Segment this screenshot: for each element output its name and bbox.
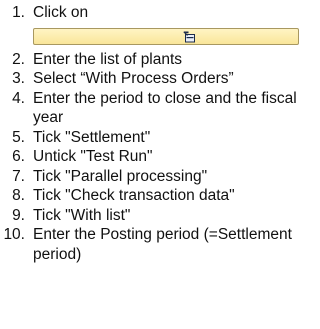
step-number: 8. bbox=[12, 187, 25, 204]
step-text: Untick "Test Run" bbox=[33, 148, 153, 165]
execute-button-row bbox=[0, 23, 305, 50]
step-3: 3. Select “With Process Orders” bbox=[0, 69, 305, 89]
step-number: 7. bbox=[12, 167, 25, 185]
step-text: Enter the period to close and the fiscal… bbox=[33, 89, 297, 127]
step-text: Tick "With list" bbox=[33, 206, 131, 224]
step-number: 6. bbox=[12, 148, 25, 165]
step-2: 2. Enter the list of plants bbox=[0, 50, 305, 70]
step-text: Enter the list of plants bbox=[33, 50, 183, 68]
steps-list: 1. Click on 2. Enter the list of plants … bbox=[0, 3, 305, 264]
step-number: 4. bbox=[12, 89, 25, 107]
step-number: 5. bbox=[12, 128, 25, 146]
step-10: 10. Enter the Posting period (=Settlemen… bbox=[0, 225, 305, 264]
step-8: 8. Tick "Check transaction data" bbox=[0, 186, 305, 206]
step-5: 5. Tick "Settlement" bbox=[0, 128, 305, 148]
step-text: Tick "Parallel processing" bbox=[33, 167, 208, 185]
step-7: 7. Tick "Parallel processing" bbox=[0, 167, 305, 187]
execute-button[interactable] bbox=[33, 27, 299, 45]
step-text: Click on bbox=[33, 4, 89, 21]
step-9: 9. Tick "With list" bbox=[0, 206, 305, 226]
step-4: 4. Enter the period to close and the fis… bbox=[0, 89, 305, 128]
step-number: 3. bbox=[12, 70, 25, 87]
step-text: Enter the Posting period (=Settlement pe… bbox=[33, 226, 292, 263]
step-1: 1. Click on bbox=[0, 3, 305, 23]
step-6: 6. Untick "Test Run" bbox=[0, 147, 305, 167]
step-number: 2. bbox=[12, 50, 25, 68]
instruction-document: 1. Click on 2. Enter the list of plants … bbox=[0, 0, 305, 329]
execute-icon bbox=[183, 30, 195, 42]
step-text: Select “With Process Orders” bbox=[33, 70, 234, 87]
step-number: 1. bbox=[12, 4, 25, 21]
step-text: Tick "Settlement" bbox=[33, 128, 151, 146]
step-text: Tick "Check transaction data" bbox=[33, 187, 235, 204]
step-number: 10. bbox=[3, 226, 25, 243]
step-number: 9. bbox=[12, 206, 25, 224]
